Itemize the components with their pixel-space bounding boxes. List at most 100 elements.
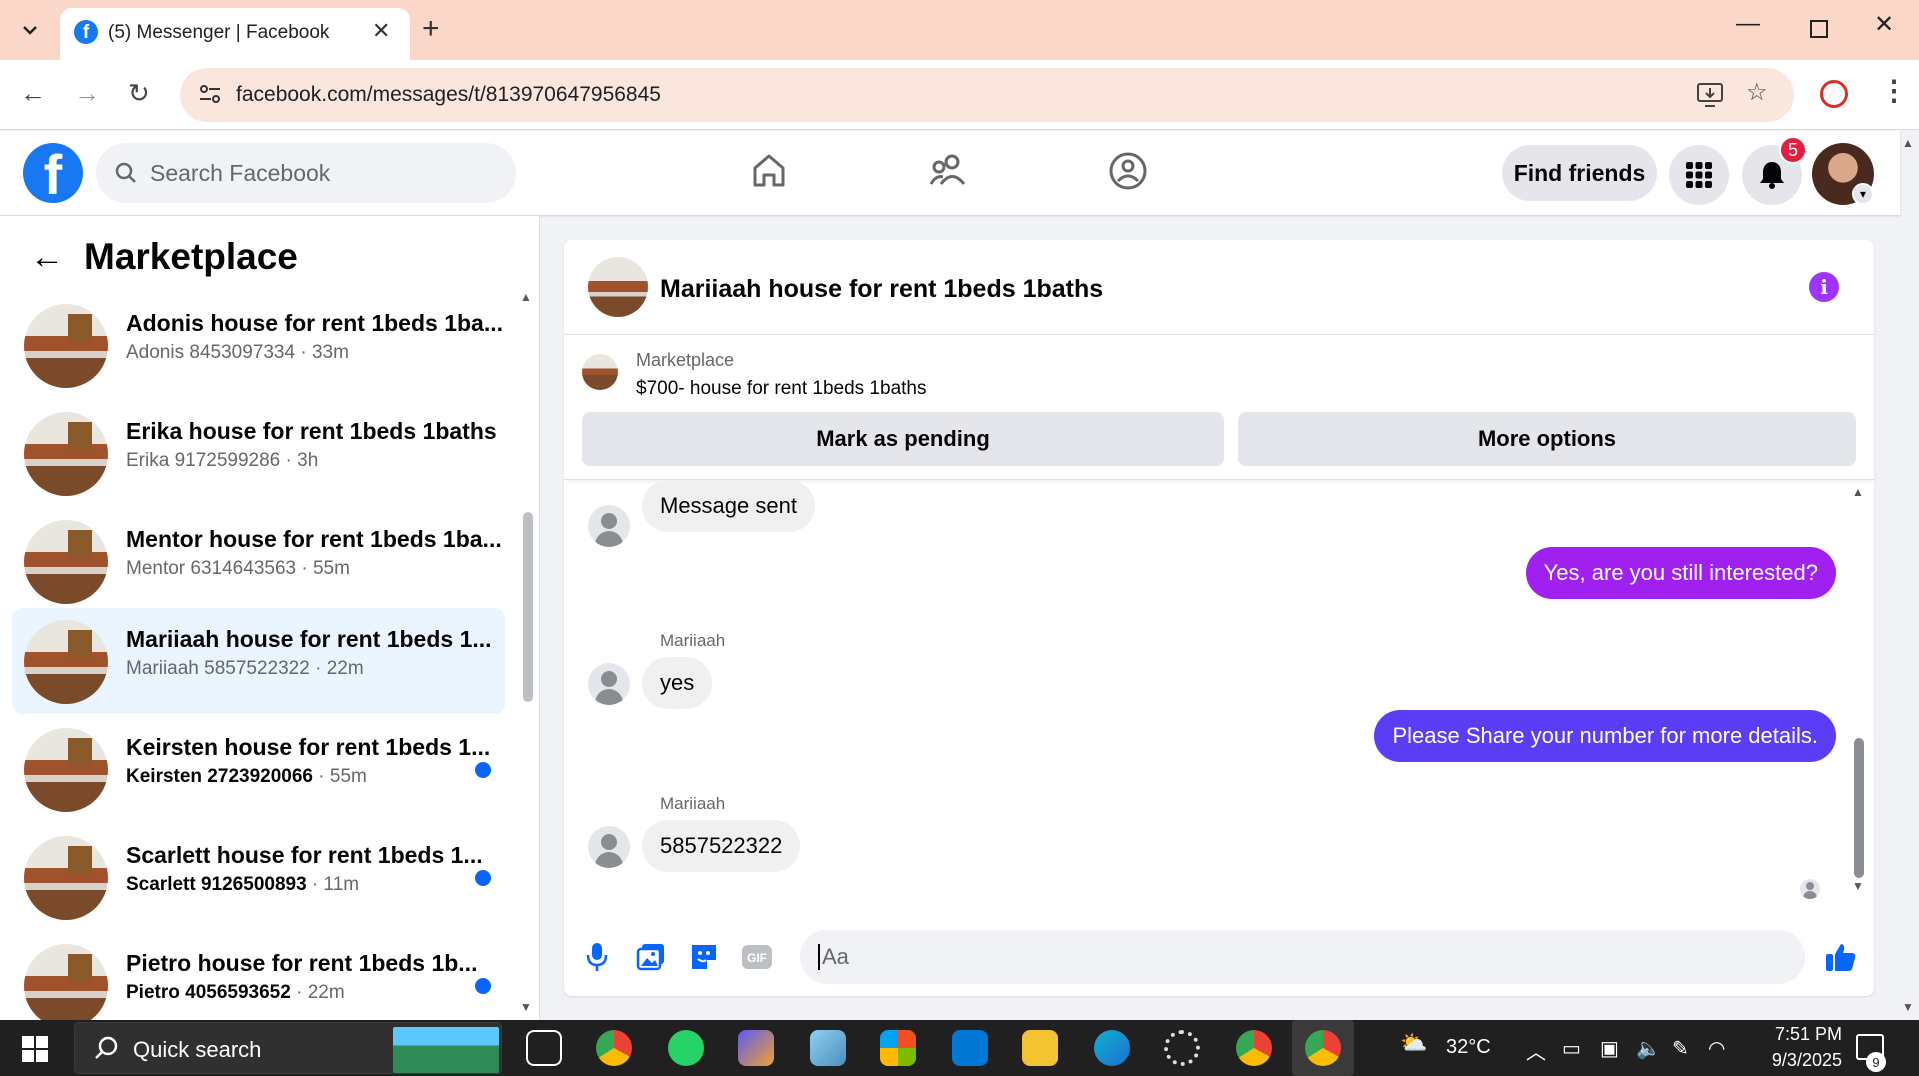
tab-title: (5) Messenger | Facebook — [108, 22, 330, 43]
contact-avatar — [588, 505, 630, 547]
facebook-header: f Search Facebook Find friends 5 ▾ — [0, 131, 1900, 215]
grid-menu-icon — [1686, 162, 1712, 188]
meet-icon[interactable]: ▣ — [1600, 1036, 1619, 1061]
conversation-name: Scarlett house for rent 1beds 1... — [126, 842, 483, 868]
weather-icon[interactable]: ⛅ — [1400, 1030, 1427, 1056]
facebook-logo[interactable]: f — [23, 143, 83, 203]
microsoft-store-icon[interactable] — [880, 1030, 916, 1066]
taskbar-search-placeholder: Quick search — [133, 1037, 262, 1062]
like-button[interactable] — [1824, 940, 1858, 974]
message-input[interactable]: Aa — [800, 930, 1805, 984]
home-icon[interactable] — [750, 151, 788, 189]
menu-grid-button[interactable] — [1669, 145, 1729, 205]
gif-button[interactable]: GIF — [740, 940, 774, 974]
install-app-icon[interactable] — [1696, 82, 1724, 108]
forward-icon[interactable]: → — [74, 78, 100, 109]
page-scroll-down-icon[interactable]: ▼ — [1902, 1000, 1914, 1014]
conversation-name: Mentor house for rent 1beds 1ba... — [126, 526, 502, 552]
windows-start-icon[interactable] — [22, 1036, 48, 1062]
listing-thumbnail — [24, 304, 108, 388]
wifi-icon[interactable]: ◠ — [1708, 1036, 1725, 1061]
listing-price-title[interactable]: $700- house for rent 1beds 1baths — [636, 378, 926, 400]
friends-icon[interactable] — [928, 151, 968, 189]
list-scroll-up-icon[interactable]: ▲ — [520, 290, 532, 304]
photo-icon — [636, 944, 664, 971]
pen-icon[interactable]: ✎ — [1672, 1036, 1689, 1061]
browser-profile-icon[interactable] — [1820, 80, 1848, 108]
search-icon — [95, 1036, 118, 1059]
conversation-name: Keirsten house for rent 1beds 1... — [126, 734, 491, 760]
back-icon[interactable]: ← — [20, 78, 46, 109]
volume-icon[interactable]: 🔈 — [1636, 1036, 1661, 1061]
conversation-name: Pietro house for rent 1beds 1b... — [126, 950, 478, 976]
clock-time[interactable]: 7:51 PM — [1754, 1024, 1842, 1045]
thread-scrollbar-thumb[interactable] — [1854, 738, 1864, 878]
minimize-button[interactable]: — — [1736, 10, 1760, 38]
search-facebook-input[interactable]: Search Facebook — [96, 143, 516, 203]
reload-icon[interactable]: ↻ — [128, 78, 150, 109]
thread-scroll-up-icon[interactable]: ▲ — [1852, 485, 1864, 499]
show-hidden-icons-icon[interactable]: ︿ — [1526, 1036, 1546, 1065]
search-highlight-art — [393, 1027, 499, 1073]
page-scroll-up-icon[interactable]: ▲ — [1902, 136, 1914, 150]
browser-toolbar: ← → ↻ facebook.com/messages/t/8139706479… — [0, 60, 1919, 130]
notes-app-icon[interactable] — [810, 1030, 846, 1066]
groups-icon[interactable] — [1108, 151, 1148, 191]
attach-photo-button[interactable] — [634, 940, 668, 974]
voice-clip-button[interactable] — [580, 940, 614, 974]
battery-icon[interactable]: ▭ — [1562, 1036, 1581, 1061]
chrome-icon[interactable] — [1236, 1030, 1272, 1066]
outlook-icon[interactable] — [952, 1030, 988, 1066]
chat-listing-avatar[interactable] — [588, 257, 648, 317]
chat-panel: Mariiaah house for rent 1beds 1baths i M… — [564, 240, 1874, 996]
weather-temperature[interactable]: 32°C — [1446, 1036, 1491, 1059]
conversation-item-unread[interactable]: Scarlett house for rent 1beds 1... Scarl… — [12, 824, 505, 930]
chrome-active-icon[interactable] — [1305, 1030, 1341, 1066]
svg-text:GIF: GIF — [747, 951, 767, 965]
conversation-item-active[interactable]: Mariiaah house for rent 1beds 1... Marii… — [12, 608, 505, 714]
browser-menu-icon[interactable]: ⋮ — [1880, 74, 1908, 107]
whatsapp-icon[interactable] — [668, 1030, 704, 1066]
copilot-icon[interactable] — [738, 1030, 774, 1066]
conversation-name: Adonis house for rent 1beds 1ba... — [126, 310, 504, 336]
new-tab-button[interactable]: + — [422, 12, 440, 46]
close-window-button[interactable]: ✕ — [1874, 10, 1894, 39]
thread-scroll-down-icon[interactable]: ▼ — [1852, 879, 1864, 893]
file-explorer-icon[interactable] — [1022, 1030, 1058, 1066]
account-chevron-icon[interactable]: ▾ — [1852, 183, 1874, 205]
task-view-icon[interactable] — [526, 1030, 562, 1066]
bookmark-star-icon[interactable]: ☆ — [1746, 78, 1768, 107]
seen-indicator-avatar — [1800, 879, 1820, 899]
address-bar[interactable]: facebook.com/messages/t/813970647956845 … — [180, 68, 1794, 122]
sticker-button[interactable] — [687, 940, 721, 974]
conversation-item[interactable]: Mentor house for rent 1beds 1ba... Mento… — [12, 508, 505, 614]
conversation-item[interactable]: Erika house for rent 1beds 1baths Erika … — [12, 400, 505, 506]
clock-date[interactable]: 9/3/2025 — [1748, 1050, 1842, 1071]
taskbar-search-box[interactable]: Quick search — [74, 1022, 502, 1074]
conversation-subtitle: Scarlett 9126500893 · 11m — [126, 874, 360, 895]
message-sender-name: Mariiaah — [660, 631, 726, 650]
browser-tab-active[interactable]: f (5) Messenger | Facebook ✕ — [60, 8, 410, 60]
edge-icon[interactable] — [1094, 1030, 1130, 1066]
listing-thumbnail — [24, 836, 108, 920]
search-icon — [115, 162, 136, 183]
conversation-item-unread[interactable]: Keirsten house for rent 1beds 1... Keirs… — [12, 716, 505, 822]
tab-close-icon[interactable]: ✕ — [372, 18, 390, 44]
list-scrollbar-thumb[interactable] — [523, 512, 533, 702]
mark-as-pending-button[interactable]: Mark as pending — [582, 412, 1224, 466]
settings-gear-icon[interactable] — [1164, 1030, 1200, 1066]
listing-thumbnail — [24, 728, 108, 812]
conversation-info-icon[interactable]: i — [1809, 272, 1839, 302]
listing-thumbnail[interactable] — [582, 354, 618, 390]
chat-title[interactable]: Mariiaah house for rent 1beds 1baths — [660, 275, 1103, 304]
list-scroll-down-icon[interactable]: ▼ — [520, 1000, 532, 1014]
chrome-profile-icon[interactable] — [596, 1030, 632, 1066]
tab-list-button[interactable] — [12, 14, 48, 46]
site-settings-icon[interactable] — [198, 82, 222, 106]
find-friends-button[interactable]: Find friends — [1502, 145, 1657, 201]
conversation-item[interactable]: Adonis house for rent 1beds 1ba... Adoni… — [12, 292, 505, 398]
conversation-item-unread[interactable]: Pietro house for rent 1beds 1b... Pietro… — [12, 932, 505, 1020]
back-arrow-icon[interactable]: ← — [30, 238, 64, 277]
more-options-button[interactable]: More options — [1238, 412, 1856, 466]
restore-button[interactable] — [1810, 20, 1828, 38]
